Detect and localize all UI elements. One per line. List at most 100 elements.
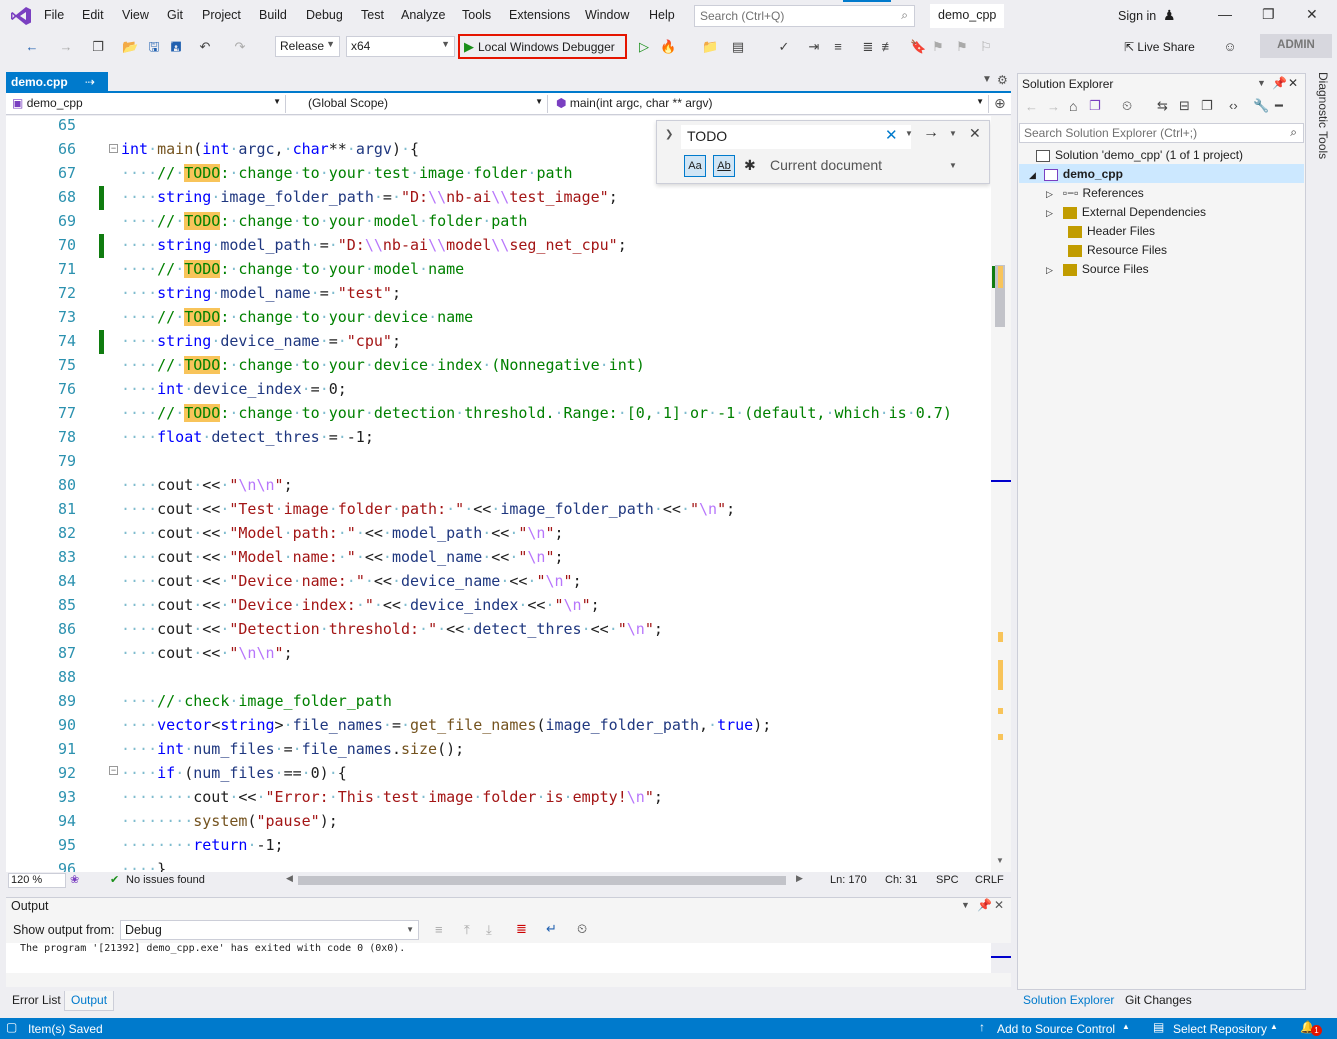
column-indicator[interactable]: Ch: 31	[885, 874, 917, 886]
sync-icon[interactable]: ⇆	[1157, 98, 1168, 114]
close-window-button[interactable]: ✕	[1306, 6, 1318, 23]
collapsed-arrow-icon[interactable]: ▷	[1046, 208, 1053, 218]
close-icon[interactable]: ✕	[1288, 76, 1298, 90]
spell-check-icon[interactable]: ✓	[776, 39, 792, 55]
bookmark-icon[interactable]: 🔖	[910, 39, 926, 55]
menu-edit[interactable]: Edit	[82, 8, 104, 22]
chevron-down-icon[interactable]: ▼	[1257, 78, 1266, 88]
menu-extensions[interactable]: Extensions	[509, 8, 570, 22]
previous-message-icon[interactable]: ⤒	[464, 922, 470, 938]
menu-debug[interactable]: Debug	[306, 8, 343, 22]
next-message-icon[interactable]: ⤓	[486, 922, 492, 938]
clear-bookmarks-icon[interactable]: ⚐	[978, 39, 994, 55]
switch-views-icon[interactable]: ❐	[1089, 98, 1101, 114]
step-icon[interactable]: ⇥	[806, 39, 822, 55]
menu-git[interactable]: Git	[167, 8, 183, 22]
menu-file[interactable]: File	[44, 8, 64, 22]
save-all-icon[interactable]: 🖪	[168, 39, 184, 55]
scroll-right-icon[interactable]: ▶	[796, 873, 803, 884]
collapse-icon[interactable]: −	[109, 144, 118, 153]
new-project-icon[interactable]: ❐	[90, 39, 106, 55]
tab-error-list[interactable]: Error List	[6, 991, 67, 1011]
pin-icon[interactable]: 📌	[1272, 76, 1287, 90]
restore-button[interactable]: ❐	[1262, 6, 1275, 23]
tree-resource-files[interactable]: Resource Files	[1068, 243, 1167, 257]
back-icon[interactable]: ←	[1025, 99, 1038, 114]
tab-solution-explorer[interactable]: Solution Explorer	[1023, 993, 1114, 1007]
find-scope-label[interactable]: Current document	[770, 157, 882, 173]
pin-icon[interactable]: ⇢	[85, 75, 95, 89]
menu-test[interactable]: Test	[361, 8, 384, 22]
menu-project[interactable]: Project	[202, 8, 241, 22]
properties-icon[interactable]: 🔧	[1253, 98, 1269, 114]
tab-output[interactable]: Output	[64, 991, 115, 1011]
tree-source-files[interactable]: ▷ Source Files	[1046, 262, 1149, 276]
tree-external-dependencies[interactable]: ▷ External Dependencies	[1046, 205, 1206, 219]
solution-folder-icon[interactable]: 📁	[702, 39, 718, 55]
match-case-toggle[interactable]: Aa	[684, 155, 706, 177]
expand-replace-icon[interactable]: ❯	[665, 129, 673, 140]
configuration-dropdown[interactable]: Release ▼	[275, 36, 340, 57]
horizontal-scrollbar-thumb[interactable]	[298, 876, 786, 885]
line-indicator[interactable]: Ln: 170	[830, 874, 867, 886]
minimize-button[interactable]: —	[1218, 6, 1232, 22]
undo-icon[interactable]: ↶	[197, 39, 213, 55]
pin-icon[interactable]: 📌	[977, 898, 992, 912]
platform-dropdown[interactable]: x64 ▼	[346, 36, 455, 57]
tree-project[interactable]: ◢ demo_cpp	[1029, 167, 1123, 181]
sign-in-link[interactable]: Sign in	[1118, 9, 1156, 23]
add-to-source-control-button[interactable]: Add to Source Control	[997, 1022, 1115, 1036]
preview-icon[interactable]: ━	[1275, 98, 1283, 114]
tab-git-changes[interactable]: Git Changes	[1125, 993, 1192, 1007]
show-all-files-icon[interactable]: ❐	[1201, 98, 1213, 114]
diagnostic-tools-tab[interactable]: Diagnostic Tools	[1312, 72, 1330, 162]
comment-icon[interactable]: ≣	[860, 39, 876, 55]
collapsed-arrow-icon[interactable]: ▷	[1046, 189, 1053, 199]
feedback-icon[interactable]: ☺	[1222, 39, 1238, 55]
window-layout-icon[interactable]: ▤	[730, 39, 746, 55]
expanded-arrow-icon[interactable]: ◢	[1029, 170, 1036, 180]
output-scrollbar[interactable]	[991, 943, 1011, 973]
menu-view[interactable]: View	[122, 8, 149, 22]
project-dropdown[interactable]: ▣ demo_cpp ▼	[8, 95, 286, 113]
next-bookmark-icon[interactable]: ⚑	[954, 39, 970, 55]
find-next-icon[interactable]: →	[923, 124, 939, 142]
close-find-icon[interactable]: ✕	[969, 125, 981, 142]
redo-icon[interactable]: ↷	[232, 39, 248, 55]
solution-explorer-search[interactable]: Search Solution Explorer (Ctrl+;) ⌕	[1019, 123, 1304, 143]
forward-icon[interactable]: →	[58, 39, 74, 55]
chevron-down-icon[interactable]: ▼	[949, 161, 957, 170]
collapsed-arrow-icon[interactable]: ▷	[1046, 265, 1053, 275]
scroll-down-icon[interactable]: ▼	[996, 856, 1004, 865]
code-editor[interactable]: 65 66 67 68 69 70 71 72 73 74 75 76 77 78 79 80 81 82 83 84…	[6, 116, 1011, 872]
account-icon[interactable]: ♟	[1163, 7, 1176, 24]
tree-solution[interactable]: Solution 'demo_cpp' (1 of 1 project)	[1036, 148, 1243, 162]
prev-bookmark-icon[interactable]: ⚑	[930, 39, 946, 55]
output-source-dropdown[interactable]: Debug ▼	[120, 920, 419, 940]
menu-help[interactable]: Help	[649, 8, 675, 22]
tab-demo-cpp[interactable]: demo.cpp ⇢ ✕	[6, 72, 108, 103]
go-to-line-icon[interactable]: ≡	[435, 922, 443, 937]
tree-header-files[interactable]: Header Files	[1068, 224, 1155, 238]
collapse-icon[interactable]: −	[109, 766, 118, 775]
forward-icon[interactable]: →	[1047, 99, 1060, 114]
menu-build[interactable]: Build	[259, 8, 287, 22]
search-input[interactable]: Search (Ctrl+Q) ⌕	[694, 5, 915, 27]
menu-analyze[interactable]: Analyze	[401, 8, 445, 22]
scroll-left-icon[interactable]: ◀	[286, 873, 293, 884]
timestamp-icon[interactable]: ⏲	[577, 921, 587, 937]
split-editor-icon[interactable]: ⊕	[994, 95, 1006, 112]
line-ending-indicator[interactable]: CRLF	[975, 874, 1004, 886]
regex-icon[interactable]: ✱	[744, 157, 756, 174]
zoom-dropdown[interactable]: 120 %	[8, 873, 66, 888]
collapse-all-icon[interactable]: ⊟	[1179, 98, 1190, 114]
find-input[interactable]: TODO	[681, 125, 911, 149]
back-icon[interactable]: ←	[24, 39, 40, 55]
tab-list-icon[interactable]: ▼	[982, 74, 992, 85]
visual-studio-logo-icon[interactable]	[10, 6, 32, 26]
menu-tools[interactable]: Tools	[462, 8, 491, 22]
home-icon[interactable]: ⌂	[1069, 98, 1077, 114]
pending-changes-icon[interactable]: ⏲	[1122, 98, 1132, 114]
local-windows-debugger-button[interactable]: ▶ Local Windows Debugger	[458, 34, 627, 59]
chevron-down-icon[interactable]: ▼	[905, 129, 913, 138]
